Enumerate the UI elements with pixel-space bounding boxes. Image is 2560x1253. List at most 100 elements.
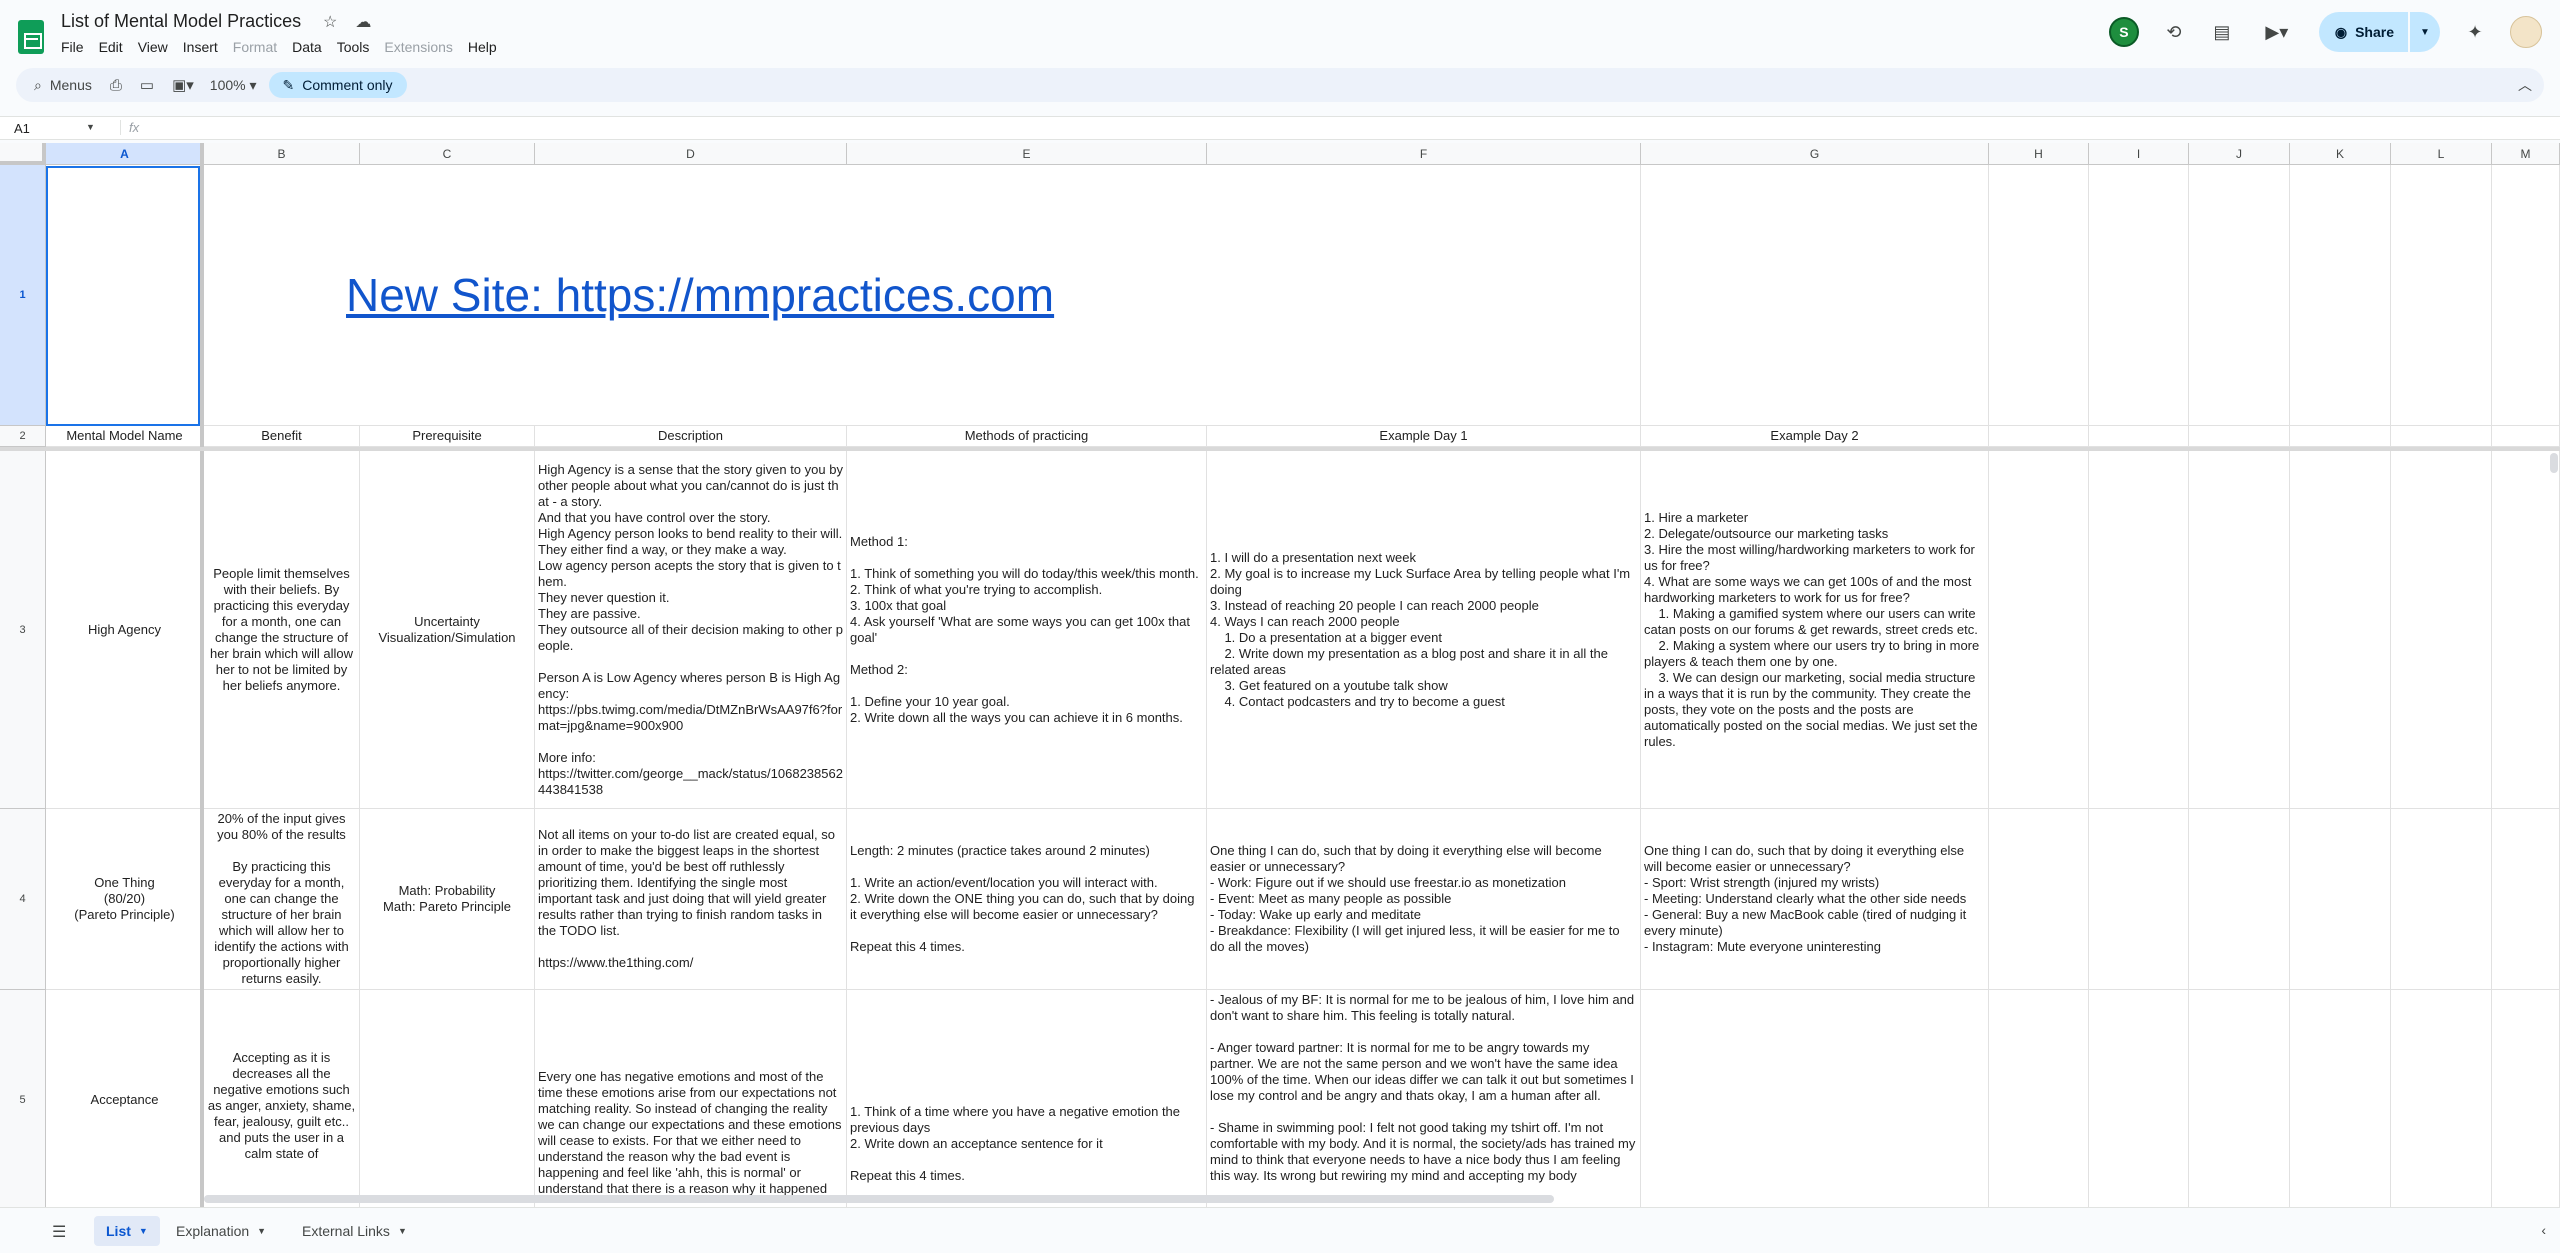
empty-cell[interactable] xyxy=(2189,426,2290,447)
empty-cell[interactable] xyxy=(1989,451,2089,809)
empty-cell[interactable] xyxy=(2391,809,2492,990)
document-title[interactable]: List of Mental Model Practices xyxy=(61,11,301,32)
empty-cell[interactable] xyxy=(2492,165,2560,426)
menu-extensions[interactable]: Extensions xyxy=(384,37,459,57)
share-button[interactable]: ◉ Share xyxy=(2318,12,2408,52)
cell-prereq-one-thing[interactable]: Math: Probability Math: Pareto Principle xyxy=(360,809,535,990)
cell-description-acceptance[interactable]: Every one has negative emotions and most… xyxy=(535,990,847,1207)
column-header-m[interactable]: M xyxy=(2492,143,2560,165)
cell-methods-acceptance[interactable]: 1. Think of a time where you have a nega… xyxy=(847,990,1207,1207)
empty-cell[interactable] xyxy=(2391,426,2492,447)
chevron-down-icon[interactable]: ▼ xyxy=(139,1226,148,1236)
column-header-i[interactable]: I xyxy=(2089,143,2189,165)
empty-cell[interactable] xyxy=(2492,426,2560,447)
menu-tools[interactable]: Tools xyxy=(337,37,377,57)
column-header-d[interactable]: D xyxy=(535,143,847,165)
sheets-logo-icon[interactable] xyxy=(18,20,44,54)
empty-cell[interactable] xyxy=(2492,451,2560,809)
empty-cell[interactable] xyxy=(2290,809,2391,990)
menus-search[interactable]: ⌕ Menus xyxy=(34,77,92,94)
sheet-tab-list[interactable]: List ▼ xyxy=(94,1216,160,1246)
menu-file[interactable]: File xyxy=(61,37,91,57)
empty-cell[interactable] xyxy=(2089,809,2189,990)
row-header-1[interactable]: 1 xyxy=(0,165,46,426)
all-sheets-menu-icon[interactable]: ☰ xyxy=(52,1222,66,1242)
cell-benefit-one-thing[interactable]: 20% of the input gives you 80% of the re… xyxy=(204,809,360,990)
empty-cell[interactable] xyxy=(2290,165,2391,426)
empty-cell[interactable] xyxy=(2089,990,2189,1207)
cell-benefit-high-agency[interactable]: People limit themselves with their belie… xyxy=(204,451,360,809)
empty-cell[interactable] xyxy=(2290,990,2391,1207)
cell-benefit-acceptance[interactable]: Accepting as it is decreases all the neg… xyxy=(204,990,360,1207)
name-box-dropdown-icon[interactable]: ▼ xyxy=(86,122,95,132)
empty-cell[interactable] xyxy=(2089,451,2189,809)
cell-name-high-agency[interactable]: High Agency xyxy=(46,451,204,809)
share-dropdown-button[interactable]: ▼ xyxy=(2410,12,2440,52)
expand-side-panel-icon[interactable]: ‹ xyxy=(2541,1222,2546,1238)
empty-cell[interactable] xyxy=(2189,990,2290,1207)
user-avatar[interactable] xyxy=(2510,16,2542,48)
menu-view[interactable]: View xyxy=(138,37,175,57)
column-header-f[interactable]: F xyxy=(1207,143,1641,165)
row-header-3[interactable]: 3 xyxy=(0,451,46,809)
chevron-down-icon[interactable]: ▼ xyxy=(257,1226,266,1236)
menu-edit[interactable]: Edit xyxy=(99,37,130,57)
sheet-tab-explanation[interactable]: Explanation ▼ xyxy=(164,1216,278,1246)
zoom-select[interactable]: 100% ▾ xyxy=(210,77,257,94)
cloud-status-icon[interactable]: ☁ xyxy=(355,12,371,32)
cell-methods-one-thing[interactable]: Length: 2 minutes (practice takes around… xyxy=(847,809,1207,990)
cell-day1-one-thing[interactable]: One thing I can do, such that by doing i… xyxy=(1207,809,1641,990)
row-header-2[interactable]: 2 xyxy=(0,426,46,447)
horizontal-scrollbar[interactable] xyxy=(204,1195,1554,1203)
chevron-down-icon[interactable]: ▼ xyxy=(398,1226,407,1236)
cell-description-high-agency[interactable]: High Agency is a sense that the story gi… xyxy=(535,451,847,809)
cell-name-acceptance[interactable]: Acceptance xyxy=(46,990,204,1207)
empty-cell[interactable] xyxy=(2290,426,2391,447)
menu-format[interactable]: Format xyxy=(233,37,284,57)
cell-description-one-thing[interactable]: Not all items on your to-do list are cre… xyxy=(535,809,847,990)
empty-cell[interactable] xyxy=(2290,451,2391,809)
meet-video-icon[interactable]: ▶▾ xyxy=(2257,19,2297,45)
version-history-icon[interactable]: ⟲ xyxy=(2161,19,2187,45)
name-box[interactable]: A1 xyxy=(14,121,30,136)
print-icon[interactable]: ⎙ xyxy=(110,77,122,94)
cell-name-one-thing[interactable]: One Thing (80/20) (Pareto Principle) xyxy=(46,809,204,990)
column-header-l[interactable]: L xyxy=(2391,143,2492,165)
cell-methods-high-agency[interactable]: Method 1: 1. Think of something you will… xyxy=(847,451,1207,809)
spreadsheet-grid[interactable]: A B C D E F G H I J K L M 1 2 3 4 5 New … xyxy=(0,143,2560,1207)
select-all-corner[interactable] xyxy=(0,143,46,165)
empty-cell[interactable] xyxy=(2089,426,2189,447)
collapse-toolbar-icon[interactable]: ︿ xyxy=(2518,75,2532,95)
column-header-a[interactable]: A xyxy=(46,143,204,165)
empty-cell[interactable] xyxy=(2391,165,2492,426)
new-site-link[interactable]: New Site: https://mmpractices.com xyxy=(346,268,1054,322)
view-mode-icon[interactable]: ▣▾ xyxy=(172,76,194,94)
row-header-5[interactable]: 5 xyxy=(0,990,46,1207)
empty-cell[interactable] xyxy=(2089,165,2189,426)
cell-day1-acceptance[interactable]: - Jealous of my BF: It is normal for me … xyxy=(1207,990,1641,1207)
sheet-tab-external-links[interactable]: External Links ▼ xyxy=(290,1216,419,1246)
cell-day2-one-thing[interactable]: One thing I can do, such that by doing i… xyxy=(1641,809,1989,990)
cell-prereq-high-agency[interactable]: Uncertainty Visualization/Simulation xyxy=(360,451,535,809)
menu-help[interactable]: Help xyxy=(468,37,504,57)
empty-cell[interactable] xyxy=(2189,809,2290,990)
empty-cell[interactable] xyxy=(2391,451,2492,809)
menu-data[interactable]: Data xyxy=(292,37,329,57)
comment-only-button[interactable]: ✎ Comment only xyxy=(268,72,407,98)
star-icon[interactable]: ☆ xyxy=(323,12,337,32)
empty-cell[interactable] xyxy=(2492,990,2560,1207)
empty-cell[interactable] xyxy=(2391,990,2492,1207)
empty-cell[interactable] xyxy=(2189,165,2290,426)
column-header-b[interactable]: B xyxy=(204,143,360,165)
empty-cell[interactable] xyxy=(1989,426,2089,447)
row-header-4[interactable]: 4 xyxy=(0,809,46,990)
menu-insert[interactable]: Insert xyxy=(183,37,225,57)
gemini-sparkle-icon[interactable]: ✦ xyxy=(2462,19,2488,45)
cell-day2-high-agency[interactable]: 1. Hire a marketer 2. Delegate/outsource… xyxy=(1641,451,1989,809)
cell-g1[interactable] xyxy=(1641,165,1989,426)
empty-cell[interactable] xyxy=(1989,165,2089,426)
cell-day1-high-agency[interactable]: 1. I will do a presentation next week 2.… xyxy=(1207,451,1641,809)
column-header-c[interactable]: C xyxy=(360,143,535,165)
column-header-j[interactable]: J xyxy=(2189,143,2290,165)
column-header-h[interactable]: H xyxy=(1989,143,2089,165)
